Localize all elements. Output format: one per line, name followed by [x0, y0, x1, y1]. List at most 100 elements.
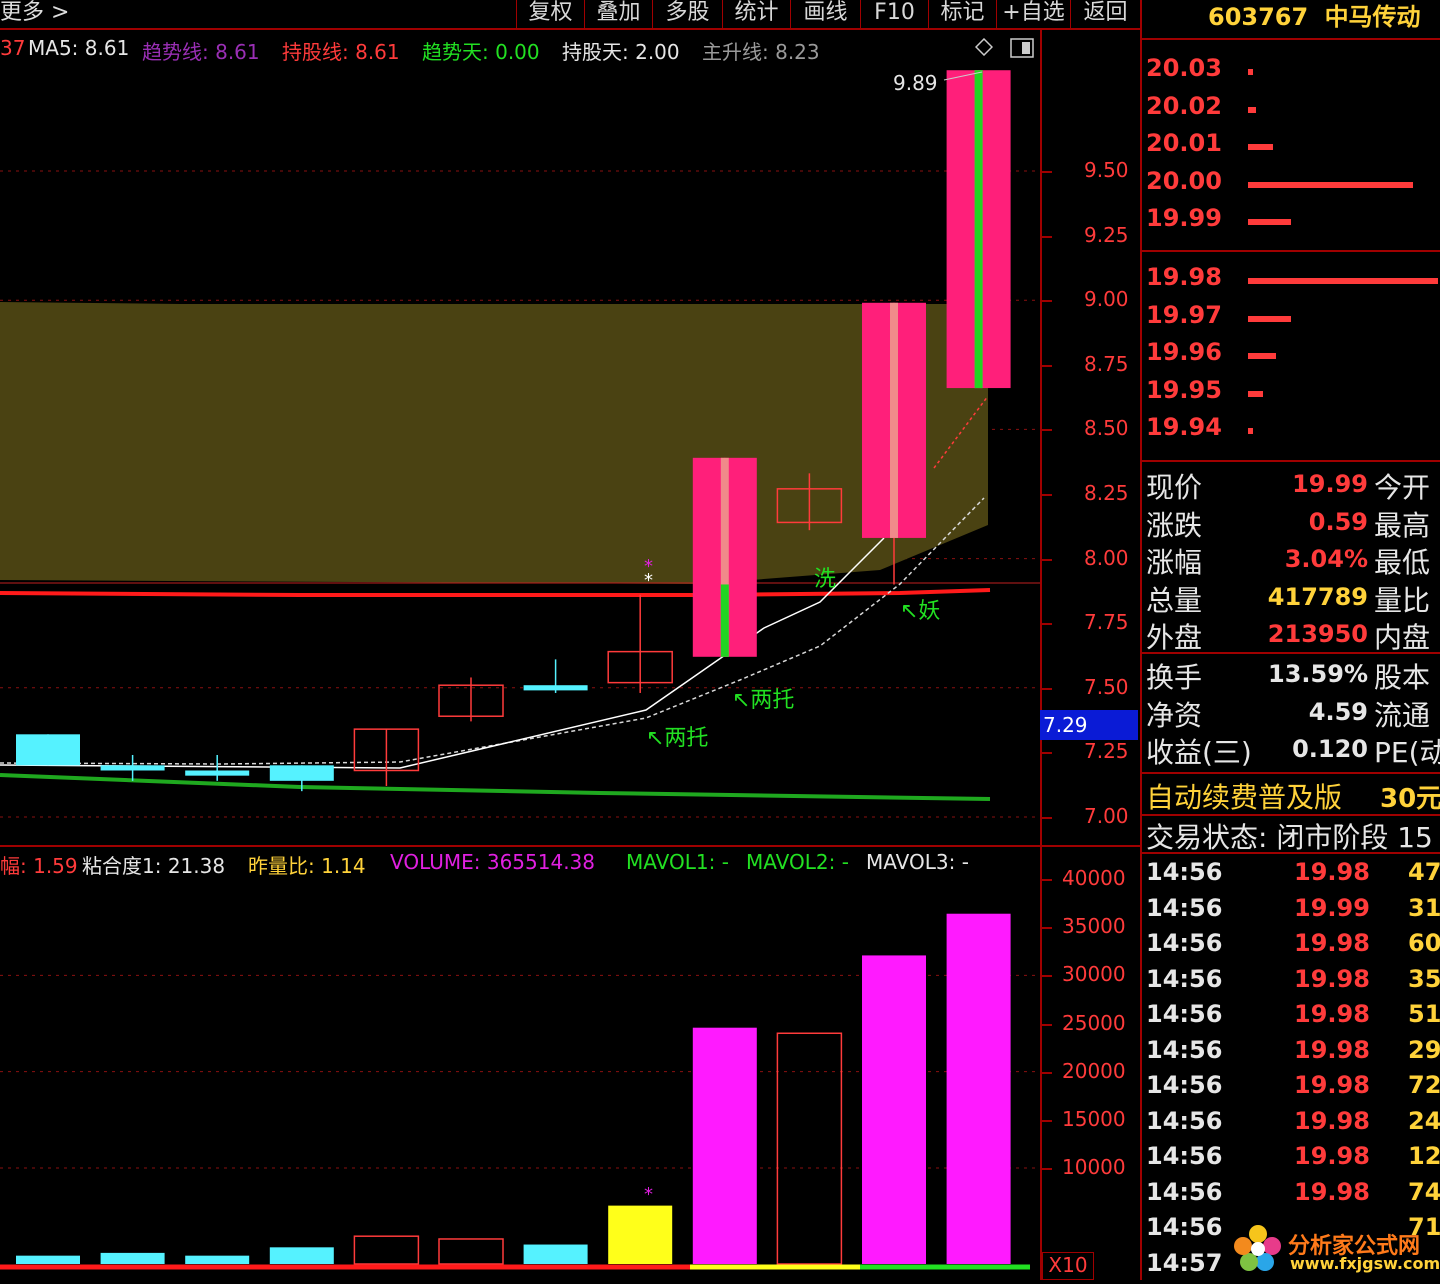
- candle-green-accent: [720, 584, 729, 657]
- order-price: 19.94: [1146, 413, 1222, 441]
- volume-bar: [608, 1205, 673, 1264]
- tick-row: 14:56 19.98 60: [1146, 929, 1440, 964]
- order-price: 20.00: [1146, 166, 1222, 195]
- quote-divider-bottom: [1142, 772, 1440, 774]
- orderbook-divider: [1142, 250, 1440, 252]
- tick-row: 14:56 19.98 24: [1146, 1107, 1440, 1142]
- volume-bar: [523, 1244, 588, 1264]
- toolbar-button-multi-stock[interactable]: 多股: [652, 0, 722, 28]
- toolbar-button-overlay[interactable]: 叠加: [584, 0, 652, 28]
- tick-price: 19.98: [1294, 1177, 1370, 1206]
- tick-row: 14:56 19.98 51: [1146, 1000, 1440, 1035]
- quote-label-secondary: 最低: [1374, 546, 1431, 579]
- promo-price[interactable]: 30元: [1380, 778, 1440, 815]
- tick-volume: 31: [1408, 893, 1440, 922]
- vol-indicator-mavol2: MAVOL2: -: [746, 850, 849, 874]
- price-axis-label: 9.25: [1084, 222, 1129, 247]
- tick-time: 14:56: [1146, 1071, 1223, 1099]
- tick-volume: 24: [1408, 1106, 1440, 1135]
- vol-indicator-mavol3: MAVOL3: -: [866, 850, 969, 874]
- order-size-bar: [1248, 428, 1253, 434]
- order-size-bar: [1248, 69, 1253, 75]
- toolbar: 更多 > 复权 叠加 多股 统计 画线 F10 标记 +自选 返回: [0, 0, 1140, 30]
- tick-time: 14:56: [1146, 1035, 1223, 1064]
- tick-price: 19.98: [1294, 964, 1370, 993]
- tick-time: 14:56: [1146, 1000, 1223, 1028]
- tick-row: 14:56 19.98 72: [1146, 1071, 1440, 1106]
- price-chart[interactable]: 9.89洗↖妖↖两托↖两托**: [0, 30, 1140, 850]
- toolbar-button-f10[interactable]: F10: [860, 0, 928, 28]
- quote-divider-mid: [1142, 652, 1440, 654]
- price-axis-tick: [1042, 687, 1052, 690]
- volume-axis-tick: [1042, 1119, 1052, 1122]
- price-axis-tick: [1042, 171, 1052, 173]
- tick-time: 14:56: [1146, 964, 1223, 993]
- hold-line: [0, 588, 991, 597]
- volume-bar: [269, 1247, 334, 1264]
- volume-axis-tick: [1042, 975, 1052, 978]
- tick-volume: 72: [1408, 1071, 1440, 1099]
- quote-row: 外盘 213950 内盘: [1146, 616, 1440, 654]
- order-price: 20.02: [1146, 91, 1222, 120]
- volume-bar: [862, 955, 926, 1264]
- volume-star: *: [644, 1184, 653, 1205]
- quote-value: 19.99: [1292, 470, 1368, 498]
- order-size-bar: [1248, 181, 1413, 188]
- promo-text[interactable]: 自动续费普及版: [1146, 776, 1342, 816]
- price-axis-label: 8.75: [1084, 351, 1129, 376]
- tick-time: 14:56: [1146, 1106, 1223, 1135]
- volume-bar: [100, 1252, 165, 1264]
- quote-value: 13.59%: [1268, 660, 1368, 688]
- vol-indicator-mavol1: MAVOL1: -: [626, 850, 729, 874]
- panel-divider: [0, 845, 1140, 847]
- candle-body-down: [100, 765, 165, 771]
- order-price: 19.99: [1146, 204, 1222, 232]
- tick-time: 14:56: [1146, 929, 1223, 957]
- quote-row: 现价 19.99 今开: [1146, 466, 1440, 504]
- volume-axis-tick: [1042, 879, 1052, 881]
- volume-axis-label: 10000: [1062, 1155, 1126, 1179]
- watermark-url: www.fxjgsw.com: [1290, 1254, 1440, 1273]
- tick-price: 19.98: [1294, 1142, 1370, 1170]
- quote-row: 涨幅 3.04% 最低: [1146, 541, 1440, 579]
- price-axis-tick: [1042, 623, 1052, 626]
- volume-bar: [438, 1238, 504, 1265]
- tick-time: 14:56: [1146, 858, 1223, 886]
- tick-time: 14:56: [1146, 1142, 1223, 1170]
- annotation-two-support: ↖两托: [732, 688, 794, 713]
- price-axis-label: 8.25: [1084, 481, 1129, 505]
- vol-indicator-volume: VOLUME: 365514.38: [390, 850, 595, 874]
- toolbar-button-add-watchlist[interactable]: +自选: [996, 0, 1070, 28]
- tick-time: 14:56: [1146, 1213, 1223, 1241]
- volume-chart[interactable]: *: [0, 880, 1040, 1280]
- quote-row: 换手 13.59% 股本: [1146, 656, 1440, 694]
- quote-label-secondary: 最高: [1374, 508, 1431, 542]
- quote-label-secondary: 流通: [1374, 698, 1431, 732]
- price-axis-tick: [1042, 494, 1052, 496]
- toolbar-button-draw[interactable]: 画线: [790, 0, 860, 28]
- quote-value: 3.04%: [1284, 545, 1368, 573]
- toolbar-button-mark[interactable]: 标记: [928, 0, 996, 28]
- volume-axis-label: 20000: [1062, 1058, 1126, 1083]
- candle-body-down: [185, 770, 250, 776]
- more-menu[interactable]: 更多 >: [0, 0, 69, 26]
- toolbar-button-back[interactable]: 返回: [1070, 0, 1140, 28]
- price-axis-tick: [1042, 364, 1052, 367]
- quote-row: 净资 4.59 流通: [1146, 694, 1440, 732]
- annotation-wash: 洗: [814, 567, 836, 592]
- order-price: 19.98: [1146, 263, 1222, 291]
- tick-row: 14:56 19.98 74: [1146, 1178, 1440, 1213]
- order-price: 20.01: [1146, 129, 1222, 157]
- volume-axis-label: 35000: [1062, 914, 1126, 939]
- annotation-two-support: ↖两托: [646, 726, 708, 751]
- price-axis-tick: [1042, 300, 1052, 303]
- price-axis-label: 8.50: [1084, 416, 1129, 441]
- toolbar-button-fuquan[interactable]: 复权: [516, 0, 584, 28]
- tick-row: 14:56 19.98 47: [1146, 858, 1440, 893]
- tick-volume: 29: [1408, 1035, 1440, 1064]
- volume-axis-tick: [1042, 1168, 1052, 1170]
- volume-axis-tick: [1042, 927, 1052, 930]
- quote-label-secondary: 今开: [1374, 471, 1431, 504]
- toolbar-button-stats[interactable]: 统计: [722, 0, 790, 28]
- candle-inner-strip: [890, 302, 898, 538]
